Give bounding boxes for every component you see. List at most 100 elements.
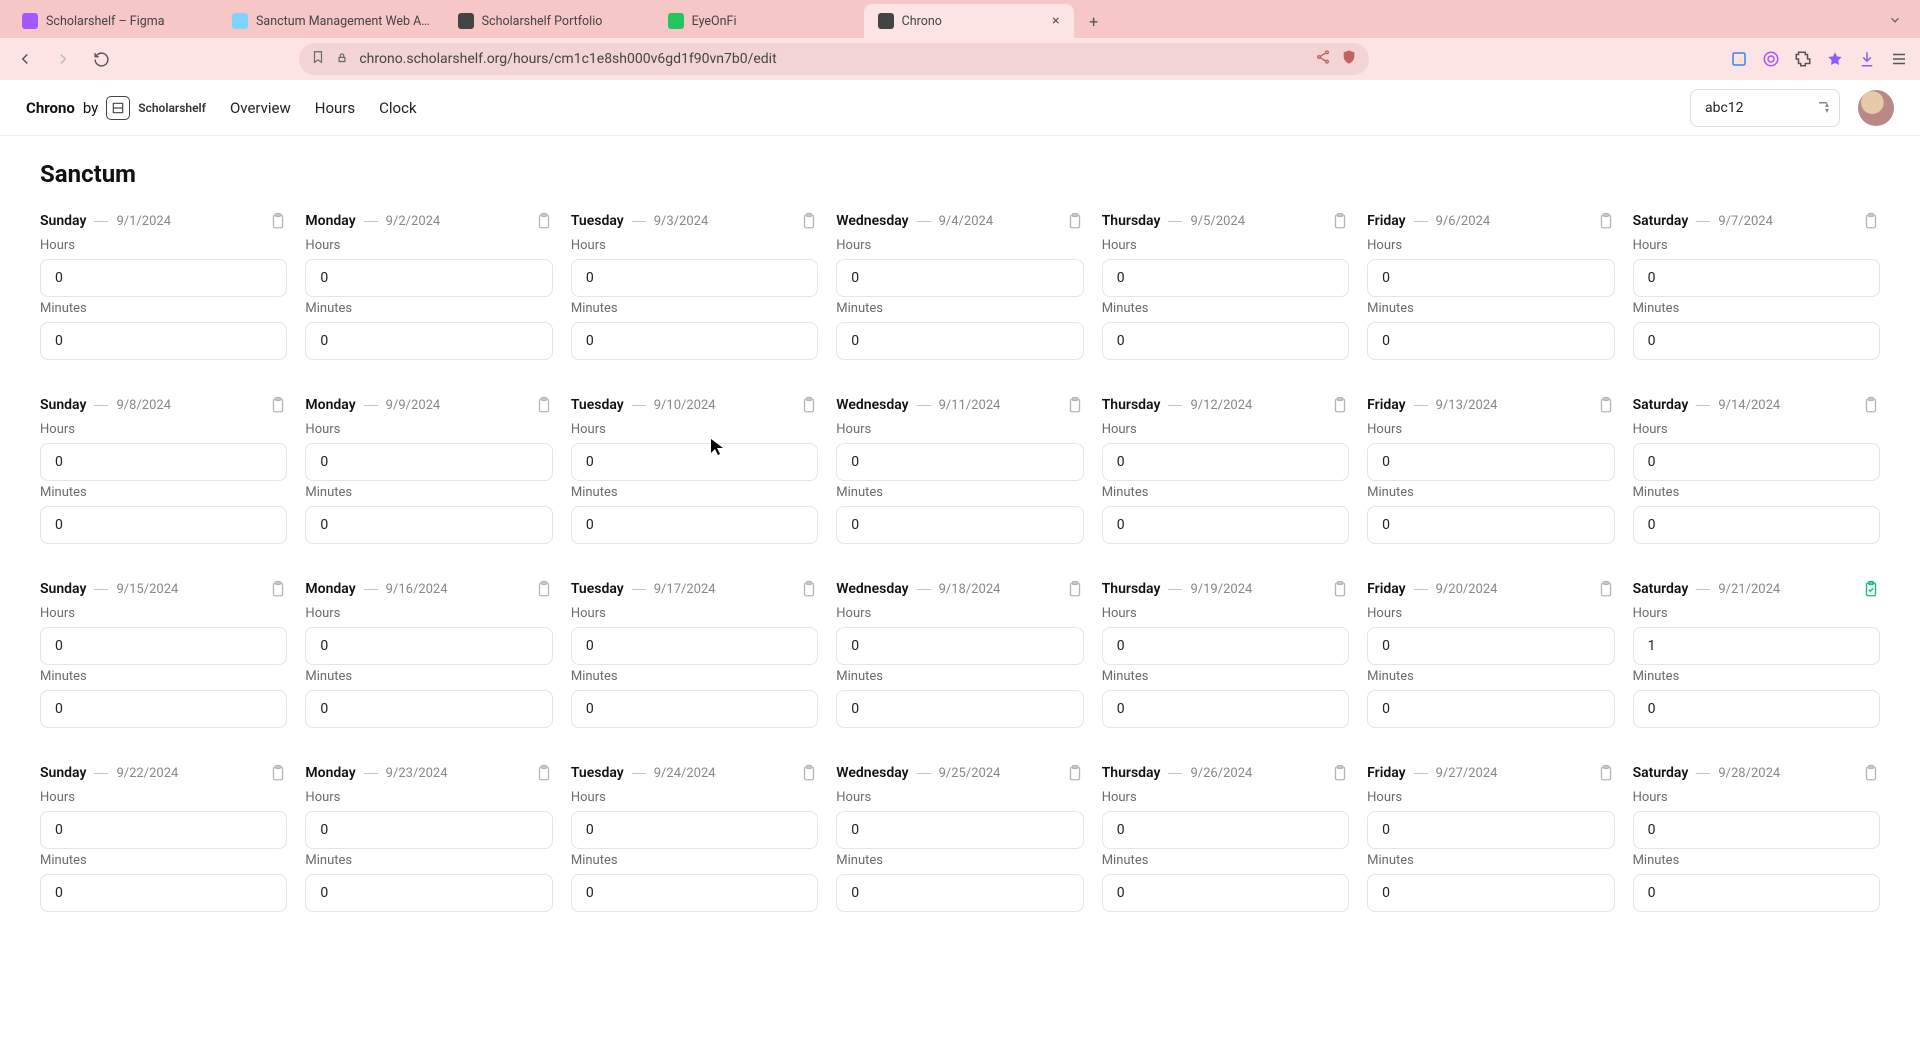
share-icon[interactable] [1315, 49, 1331, 69]
browser-tab[interactable]: Sanctum Management Web A… [218, 4, 444, 38]
hours-input[interactable] [1633, 627, 1880, 665]
clipboard-icon[interactable] [800, 396, 818, 414]
nav-link-overview[interactable]: Overview [230, 99, 291, 117]
clipboard-icon[interactable] [1597, 212, 1615, 230]
clipboard-icon[interactable] [1331, 580, 1349, 598]
minutes-input[interactable] [1367, 690, 1614, 728]
hours-input[interactable] [40, 627, 287, 665]
minutes-input[interactable] [305, 506, 552, 544]
minutes-input[interactable] [40, 690, 287, 728]
minutes-input[interactable] [571, 690, 818, 728]
menu-icon[interactable] [1888, 48, 1910, 70]
browser-tab[interactable]: Chrono × [864, 4, 1074, 38]
clipboard-icon[interactable] [269, 212, 287, 230]
clipboard-icon[interactable] [1066, 396, 1084, 414]
hours-input[interactable] [1102, 443, 1349, 481]
clipboard-icon[interactable] [535, 580, 553, 598]
hours-input[interactable] [305, 443, 552, 481]
hours-input[interactable] [1102, 259, 1349, 297]
clipboard-icon[interactable] [535, 396, 553, 414]
clipboard-icon[interactable] [1066, 212, 1084, 230]
tabs-dropdown-icon[interactable] [1878, 12, 1912, 31]
clipboard-icon[interactable] [800, 580, 818, 598]
minutes-input[interactable] [1367, 506, 1614, 544]
clipboard-icon[interactable] [800, 764, 818, 782]
clipboard-icon[interactable] [269, 764, 287, 782]
hours-input[interactable] [836, 627, 1083, 665]
extension-icon-3[interactable] [1824, 48, 1846, 70]
clipboard-icon[interactable] [269, 580, 287, 598]
clipboard-icon[interactable] [1331, 396, 1349, 414]
avatar[interactable] [1858, 90, 1894, 126]
hours-input[interactable] [1367, 443, 1614, 481]
hours-input[interactable] [1367, 259, 1614, 297]
clipboard-icon[interactable] [1862, 396, 1880, 414]
hours-input[interactable] [1633, 443, 1880, 481]
hours-input[interactable] [1367, 627, 1614, 665]
new-tab-button[interactable]: + [1080, 7, 1108, 35]
hours-input[interactable] [1633, 811, 1880, 849]
minutes-input[interactable] [571, 874, 818, 912]
minutes-input[interactable] [1633, 690, 1880, 728]
minutes-input[interactable] [40, 322, 287, 360]
hours-input[interactable] [40, 811, 287, 849]
minutes-input[interactable] [305, 874, 552, 912]
hours-input[interactable] [571, 627, 818, 665]
hours-input[interactable] [836, 811, 1083, 849]
minutes-input[interactable] [305, 322, 552, 360]
clipboard-icon[interactable] [269, 396, 287, 414]
extension-icon-2[interactable] [1760, 48, 1782, 70]
browser-tab[interactable]: Scholarshelf Portfolio [444, 4, 654, 38]
clipboard-icon[interactable] [1862, 580, 1880, 598]
hours-input[interactable] [40, 259, 287, 297]
hours-input[interactable] [571, 443, 818, 481]
browser-tab[interactable]: Scholarshelf – Figma [8, 4, 218, 38]
minutes-input[interactable] [571, 506, 818, 544]
hours-input[interactable] [1102, 811, 1349, 849]
minutes-input[interactable] [571, 322, 818, 360]
reload-button[interactable] [86, 44, 116, 74]
back-button[interactable] [10, 44, 40, 74]
minutes-input[interactable] [305, 690, 552, 728]
forward-button[interactable] [48, 44, 78, 74]
clipboard-icon[interactable] [1331, 764, 1349, 782]
hours-input[interactable] [40, 443, 287, 481]
minutes-input[interactable] [1102, 874, 1349, 912]
url-bar[interactable]: chrono.scholarshelf.org/hours/cm1c1e8sh0… [299, 43, 1369, 75]
close-icon[interactable]: × [1052, 13, 1059, 29]
clipboard-icon[interactable] [800, 212, 818, 230]
clipboard-icon[interactable] [1862, 212, 1880, 230]
minutes-input[interactable] [1102, 506, 1349, 544]
clipboard-icon[interactable] [1331, 212, 1349, 230]
minutes-input[interactable] [1102, 690, 1349, 728]
hours-input[interactable] [1367, 811, 1614, 849]
clipboard-icon[interactable] [1597, 764, 1615, 782]
clipboard-icon[interactable] [1862, 764, 1880, 782]
hours-input[interactable] [571, 811, 818, 849]
clipboard-icon[interactable] [535, 212, 553, 230]
extension-icon-1[interactable] [1728, 48, 1750, 70]
hours-input[interactable] [836, 443, 1083, 481]
minutes-input[interactable] [836, 874, 1083, 912]
hours-input[interactable] [836, 259, 1083, 297]
minutes-input[interactable] [1633, 506, 1880, 544]
minutes-input[interactable] [40, 506, 287, 544]
minutes-input[interactable] [1367, 322, 1614, 360]
site-settings-icon[interactable] [335, 51, 349, 68]
shield-icon[interactable] [1341, 49, 1357, 69]
hours-input[interactable] [305, 627, 552, 665]
browser-tab[interactable]: EyeOnFi [654, 4, 864, 38]
minutes-input[interactable] [40, 874, 287, 912]
hours-input[interactable] [305, 259, 552, 297]
minutes-input[interactable] [836, 506, 1083, 544]
minutes-input[interactable] [1633, 322, 1880, 360]
brand[interactable]: Chrono by Scholarshelf [26, 96, 206, 120]
minutes-input[interactable] [1102, 322, 1349, 360]
hours-input[interactable] [1102, 627, 1349, 665]
clipboard-icon[interactable] [1597, 396, 1615, 414]
hours-input[interactable] [305, 811, 552, 849]
minutes-input[interactable] [1367, 874, 1614, 912]
nav-link-hours[interactable]: Hours [315, 99, 355, 117]
bookmark-icon[interactable] [311, 50, 325, 68]
hours-input[interactable] [571, 259, 818, 297]
